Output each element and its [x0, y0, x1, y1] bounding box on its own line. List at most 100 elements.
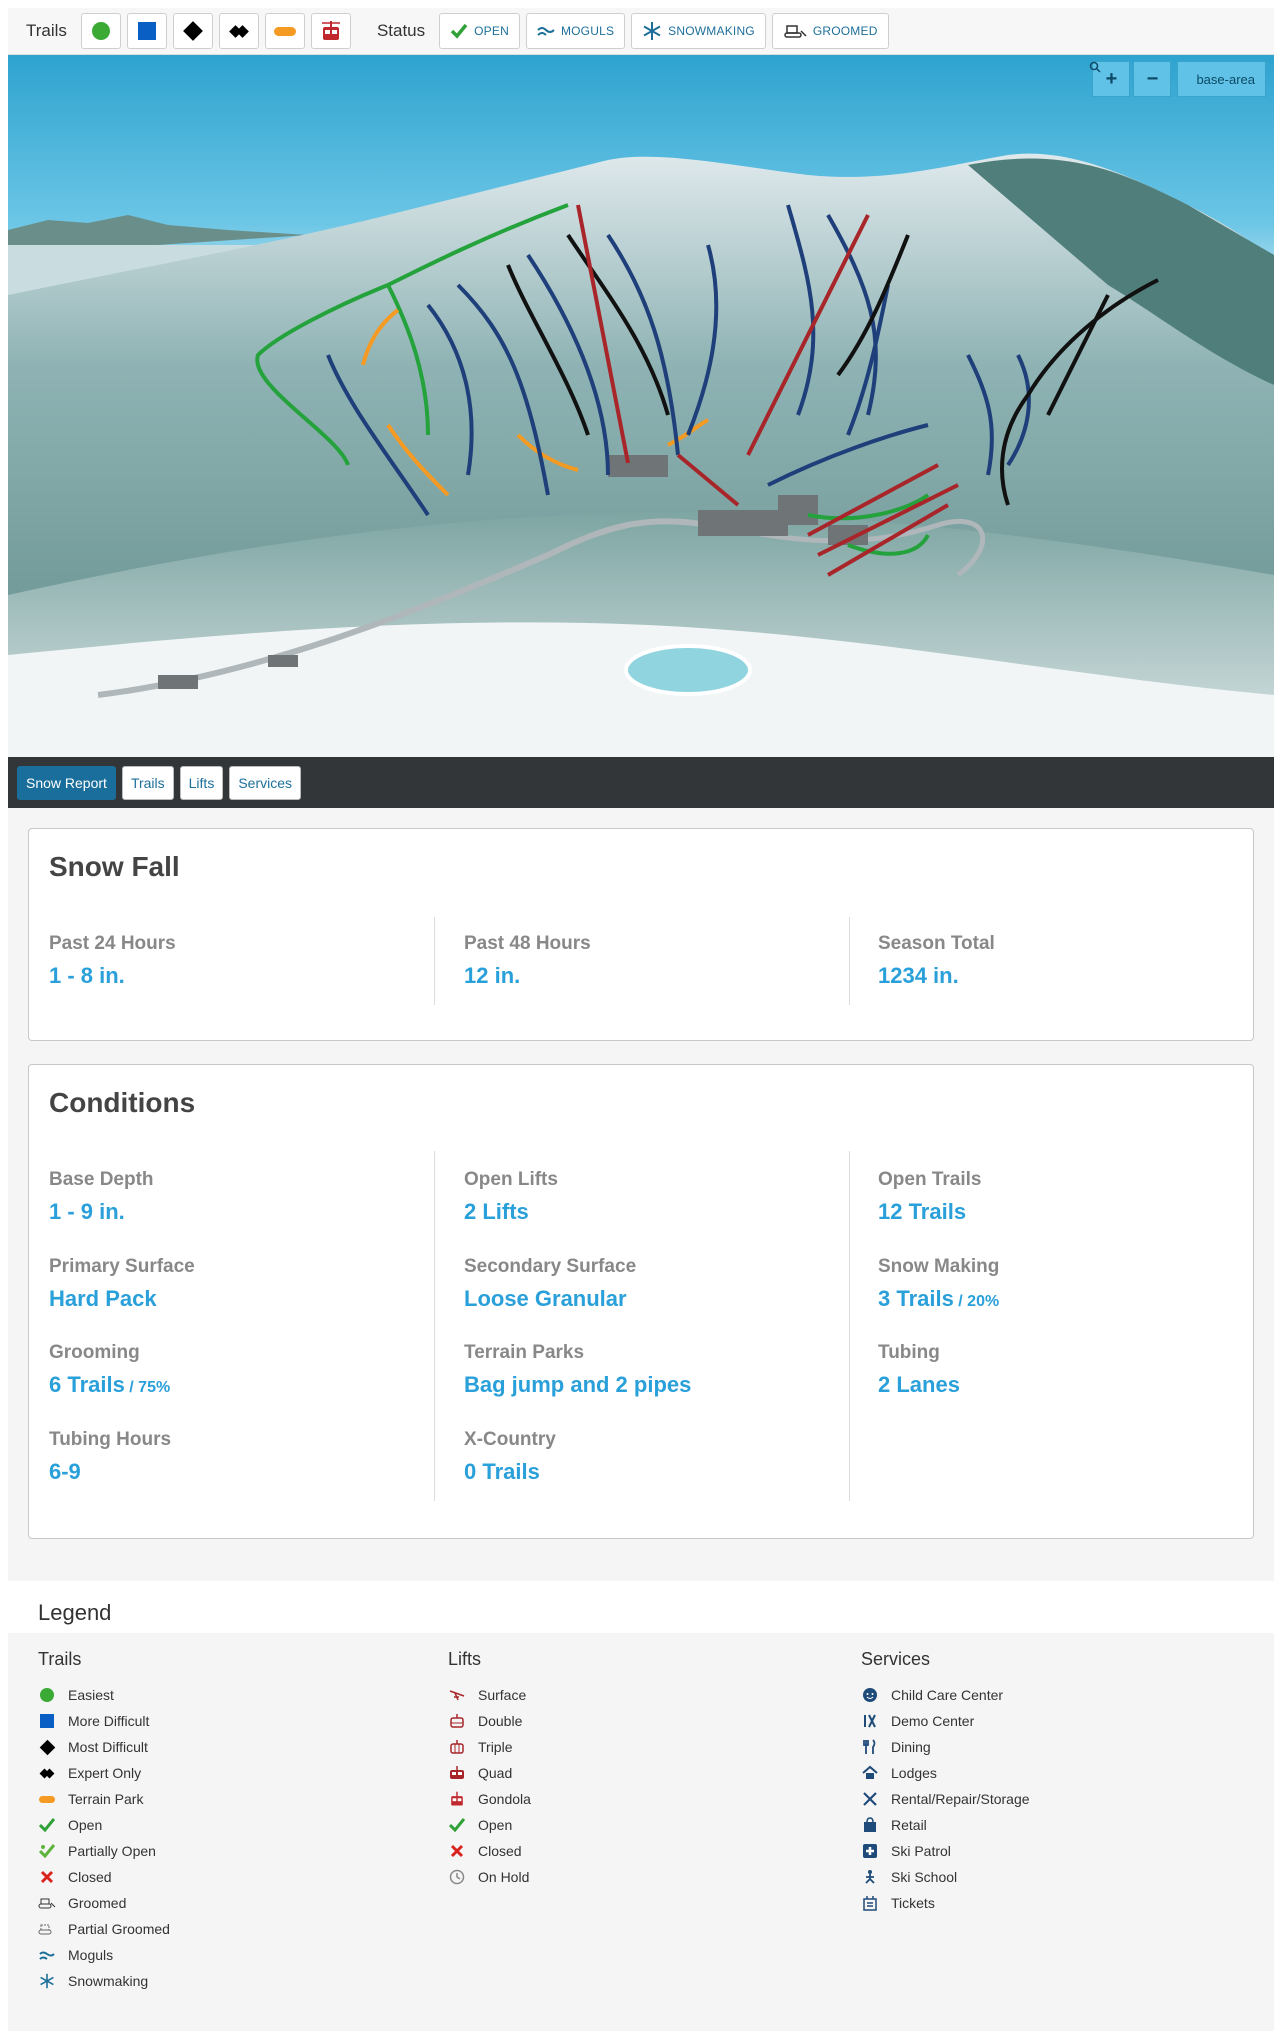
legend-item: Double — [448, 1708, 531, 1734]
filter-open-button[interactable]: OPEN — [439, 13, 520, 49]
legend-label: Triple — [478, 1739, 513, 1755]
open-check-icon — [448, 1816, 466, 1834]
more-difficult-icon — [38, 1712, 56, 1730]
legend-label: Dining — [891, 1739, 931, 1755]
legend-item: Terrain Park — [38, 1786, 170, 1812]
snow-making-percent: / 20% — [953, 1293, 1000, 1310]
stat-label: Past 48 Hours — [464, 933, 591, 954]
legend-label: Rental/Repair/Storage — [891, 1791, 1030, 1807]
grooming-percent: / 75% — [124, 1379, 171, 1396]
filter-moguls-button[interactable]: MOGULS — [525, 13, 626, 49]
easiest-circle-icon — [91, 22, 110, 40]
status-filter-label: Status — [376, 21, 426, 40]
column-divider — [434, 917, 435, 1005]
filter-easiest-button[interactable] — [80, 13, 121, 49]
filter-most-difficult-button[interactable] — [172, 13, 213, 49]
filter-more-difficult-button[interactable] — [126, 13, 167, 49]
tab-lifts[interactable]: Lifts — [179, 765, 224, 800]
pond — [624, 644, 752, 696]
stat-value: 2 Lifts — [464, 1199, 529, 1224]
legend-label: Snowmaking — [68, 1973, 149, 1989]
legend-item: Lodges — [861, 1760, 1030, 1786]
double-chair-icon — [448, 1712, 466, 1730]
moguls-icon — [38, 1946, 56, 1964]
legend-item: Dining — [861, 1734, 1030, 1760]
legend-label: Gondola — [478, 1791, 531, 1807]
triple-chair-icon — [448, 1738, 466, 1756]
filter-snowmaking-button[interactable]: SNOWMAKING — [631, 13, 766, 49]
legend-trails-heading: Trails — [38, 1649, 82, 1669]
filter-terrain-park-button[interactable] — [264, 13, 305, 49]
legend-item: More Difficult — [38, 1708, 170, 1734]
filter-groomed-button[interactable]: GROOMED — [771, 13, 889, 49]
tickets-icon — [861, 1894, 879, 1912]
expert-double-diamond-icon — [229, 24, 249, 38]
legend-item: Child Care Center — [861, 1682, 1030, 1708]
stat-label: Season Total — [878, 933, 995, 954]
most-difficult-icon — [38, 1738, 56, 1756]
conditions-title: Conditions — [49, 1087, 196, 1118]
trail-map-page: Trails Status OPEN MOGULS SNOWMAKING GRO… — [0, 0, 1280, 2031]
snowfall-card: Snow Fall Past 24 Hours 1 - 8 in. Past 4… — [28, 828, 1254, 1041]
legend-item: Groomed — [38, 1890, 170, 1916]
legend-label: Open — [68, 1817, 103, 1833]
lodge-icon — [861, 1764, 879, 1782]
legend-label: On Hold — [478, 1869, 530, 1885]
x-country-stat: X-Country 0 Trails — [464, 1429, 556, 1485]
trail-map-illustration — [8, 153, 1274, 757]
legend-lifts-column: Lifts Surface Double Triple Quad Gondola… — [448, 1649, 531, 1890]
legend-label: Closed — [478, 1843, 522, 1859]
quad-chair-icon — [448, 1764, 466, 1782]
legend-label: Ski Patrol — [891, 1843, 951, 1859]
tab-snow-report[interactable]: Snow Report — [17, 765, 116, 800]
stat-value: Bag jump and 2 pipes — [464, 1372, 692, 1397]
column-divider — [434, 1151, 435, 1501]
trail-map[interactable]: + − base-area — [8, 55, 1274, 757]
stat-label: Open Lifts — [464, 1169, 558, 1190]
stat-value: 1 - 9 in. — [49, 1199, 125, 1224]
checkmark-icon — [450, 23, 468, 39]
snowflake-icon — [643, 22, 661, 40]
stat-value: 12 Trails — [878, 1199, 967, 1224]
legend-label: Quad — [478, 1765, 513, 1781]
filter-expert-button[interactable] — [218, 13, 259, 49]
stat-label: Grooming — [49, 1342, 140, 1363]
closed-x-icon — [38, 1868, 56, 1886]
stat-label: Snow Making — [878, 1256, 1000, 1277]
open-check-icon — [38, 1816, 56, 1834]
base-area-button[interactable]: base-area — [1090, 61, 1266, 97]
partial-groomed-icon — [38, 1920, 56, 1938]
legend-label: Groomed — [68, 1895, 127, 1911]
stat-label: X-Country — [464, 1429, 556, 1450]
legend-label: Surface — [478, 1687, 527, 1703]
stat-label: Tubing Hours — [49, 1429, 172, 1450]
legend-item: Gondola — [448, 1786, 531, 1812]
tubing-stat: Tubing 2 Lanes — [878, 1342, 960, 1398]
filter-gondola-button[interactable] — [310, 13, 351, 49]
legend-label: Retail — [891, 1817, 927, 1833]
legend-item: Tickets — [861, 1890, 1030, 1916]
legend-item: Expert Only — [38, 1760, 170, 1786]
legend-label: Terrain Park — [68, 1791, 144, 1807]
stat-value: 1234 in. — [878, 963, 959, 988]
tubing-hours-stat: Tubing Hours 6-9 — [49, 1429, 171, 1485]
tab-services[interactable]: Services — [229, 765, 302, 800]
stat-value: 3 Trails / 20% — [878, 1286, 999, 1312]
legend-label: Easiest — [68, 1687, 114, 1703]
easiest-icon — [38, 1686, 56, 1704]
legend-item: Triple — [448, 1734, 531, 1760]
zoom-out-button[interactable]: − — [1133, 61, 1172, 97]
legend-label: Child Care Center — [891, 1687, 1004, 1703]
expert-only-icon — [38, 1764, 56, 1782]
legend-item: Open — [448, 1812, 531, 1838]
primary-surface-stat: Primary Surface Hard Pack — [49, 1256, 195, 1312]
open-lifts-stat: Open Lifts 2 Lifts — [464, 1169, 558, 1225]
legend-item: Easiest — [38, 1682, 170, 1708]
ski-patrol-cross-icon — [861, 1842, 879, 1860]
rental-tools-icon — [861, 1790, 879, 1808]
column-divider — [849, 917, 850, 1005]
trails-filter-label: Trails — [26, 21, 67, 40]
grooming-stat: Grooming 6 Trails / 75% — [49, 1342, 170, 1398]
legend-trails-column: Trails Easiest More Difficult Most Diffi… — [38, 1649, 170, 1994]
tab-trails[interactable]: Trails — [121, 765, 174, 800]
